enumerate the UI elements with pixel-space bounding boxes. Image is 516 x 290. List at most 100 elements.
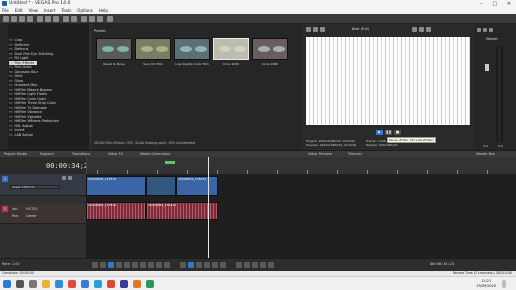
video-track-header[interactable]: 1 Level: 100.0 % xyxy=(0,174,86,196)
audio-track-header[interactable]: 2 Vol: MUTED Pan: Center xyxy=(0,204,86,224)
next-frame-icon[interactable] xyxy=(164,262,170,268)
tab-explorer[interactable]: Explorer xyxy=(40,152,54,156)
mail-icon[interactable] xyxy=(81,280,89,288)
cut-icon[interactable] xyxy=(37,16,43,22)
region-icon[interactable] xyxy=(260,262,266,268)
redo-icon[interactable] xyxy=(71,16,77,22)
prev-frame-icon[interactable] xyxy=(156,262,162,268)
trim-end-icon[interactable] xyxy=(220,262,226,268)
pan-value[interactable]: Center xyxy=(26,214,37,218)
record-icon[interactable] xyxy=(92,262,98,268)
new-icon[interactable] xyxy=(3,16,9,22)
task-view-icon[interactable] xyxy=(29,280,37,288)
save-snapshot-icon[interactable] xyxy=(426,27,431,32)
show-desktop-button[interactable] xyxy=(502,280,506,288)
edit-tool-icon[interactable] xyxy=(81,16,87,22)
properties-icon[interactable] xyxy=(27,16,33,22)
split-screen-icon[interactable] xyxy=(320,27,325,32)
edge-icon[interactable] xyxy=(55,280,63,288)
video-clip[interactable] xyxy=(146,176,176,196)
go-to-start-icon[interactable] xyxy=(140,262,146,268)
search-icon[interactable] xyxy=(16,280,24,288)
help-icon[interactable] xyxy=(107,16,113,22)
chrome-icon[interactable] xyxy=(68,280,76,288)
vol-value[interactable]: MUTED xyxy=(26,207,38,211)
transport-time: 00:00:34;23 xyxy=(430,262,454,266)
fx-item[interactable]: FX LAB Adjust xyxy=(9,133,89,138)
tab-project-media[interactable]: Project Media xyxy=(4,152,27,156)
app-icon[interactable] xyxy=(146,280,154,288)
open-icon[interactable] xyxy=(11,16,17,22)
tab-media-generators[interactable]: Media Generators xyxy=(140,152,170,156)
copy-icon[interactable] xyxy=(45,16,51,22)
copy-snapshot-icon[interactable] xyxy=(419,27,424,32)
selection-tool-icon[interactable] xyxy=(97,16,103,22)
preview-transport: ▶ ❚❚ ■ xyxy=(376,130,401,135)
maximize-button[interactable]: □ xyxy=(488,0,502,8)
preset-very-old-film[interactable]: Very Old Film xyxy=(135,38,171,66)
tab-trimmer[interactable]: Trimmer xyxy=(348,152,362,156)
preview-settings-icon[interactable] xyxy=(306,27,311,32)
paste-icon[interactable] xyxy=(53,16,59,22)
eye-image xyxy=(258,46,270,52)
preset-reset-to-none[interactable]: Reset to None xyxy=(96,38,132,66)
save-icon[interactable] xyxy=(19,16,25,22)
loop-icon[interactable] xyxy=(100,262,106,268)
track-level-slider[interactable]: Level: 100.0 % xyxy=(10,185,60,189)
ignore-grouping-icon[interactable] xyxy=(236,262,242,268)
tab-transitions[interactable]: Transitions xyxy=(72,152,90,156)
system-clock[interactable]: 12:21 29/09/2020 xyxy=(476,279,496,288)
go-to-end-icon[interactable] xyxy=(148,262,154,268)
tab-video-preview[interactable]: Video Preview xyxy=(308,152,332,156)
mute-icon[interactable] xyxy=(62,176,66,180)
pause-button[interactable]: ❚❚ xyxy=(385,130,392,135)
preview-video-frame xyxy=(306,37,470,125)
loop-region-marker[interactable] xyxy=(165,161,175,164)
marker-icon[interactable] xyxy=(252,262,258,268)
timeline-ruler[interactable] xyxy=(86,157,516,174)
overlays-icon[interactable] xyxy=(412,27,417,32)
preview-quality-select[interactable]: Best (Full) xyxy=(352,27,369,31)
auto-ripple-icon[interactable] xyxy=(268,262,274,268)
store-icon[interactable] xyxy=(94,280,102,288)
minimize-button[interactable]: – xyxy=(474,0,488,8)
playhead-cursor[interactable] xyxy=(208,157,209,258)
undo-icon[interactable] xyxy=(63,16,69,22)
audio-clip[interactable]: 20200908_123510 xyxy=(86,202,146,220)
mute-icon[interactable] xyxy=(489,28,493,32)
preset-circa-1980[interactable]: Circa 1980 xyxy=(252,38,288,66)
play-button[interactable]: ▶ xyxy=(376,130,383,135)
trim-start-icon[interactable] xyxy=(212,262,218,268)
snap-icon[interactable] xyxy=(180,262,186,268)
video-clip[interactable]: 20200824_135410 xyxy=(176,176,218,196)
tab-video-fx[interactable]: Video FX xyxy=(108,152,123,156)
preview-device-icon[interactable] xyxy=(313,27,318,32)
preset-low-quality-color-film[interactable]: Low Quality Color Film xyxy=(174,38,210,66)
play-icon[interactable] xyxy=(116,262,122,268)
play-from-start-icon[interactable] xyxy=(108,262,114,268)
fx-folder-tree[interactable] xyxy=(0,24,8,150)
close-button[interactable]: ✕ xyxy=(502,0,516,8)
video-clip[interactable]: 20200908_123510 xyxy=(86,176,146,196)
split-icon[interactable] xyxy=(204,262,210,268)
app-icon[interactable] xyxy=(133,280,141,288)
stop-button[interactable]: ■ xyxy=(394,130,401,135)
preset-circa-1930[interactable]: Circa 1930 xyxy=(213,38,249,66)
start-icon[interactable] xyxy=(3,280,11,288)
envelope-edit-icon[interactable] xyxy=(196,262,202,268)
pause-icon[interactable] xyxy=(124,262,130,268)
file-explorer-icon[interactable] xyxy=(42,280,50,288)
normal-edit-tool-icon[interactable] xyxy=(188,262,194,268)
fx-icon[interactable] xyxy=(483,28,487,32)
timeline-track-area[interactable]: 20200908_123510 20200824_135410 20200908… xyxy=(86,157,516,258)
tab-master-bus[interactable]: Master Bus xyxy=(476,152,495,156)
envelope-tool-icon[interactable] xyxy=(89,16,95,22)
solo-icon[interactable] xyxy=(68,176,72,180)
lock-icon[interactable] xyxy=(244,262,250,268)
vegas-taskbar-icon[interactable] xyxy=(120,280,128,288)
stop-icon[interactable] xyxy=(132,262,138,268)
master-level-left: 0.0 xyxy=(483,144,488,148)
master-volume-fader[interactable] xyxy=(485,64,489,71)
media-player-icon[interactable] xyxy=(107,280,115,288)
settings-icon[interactable] xyxy=(477,28,481,32)
